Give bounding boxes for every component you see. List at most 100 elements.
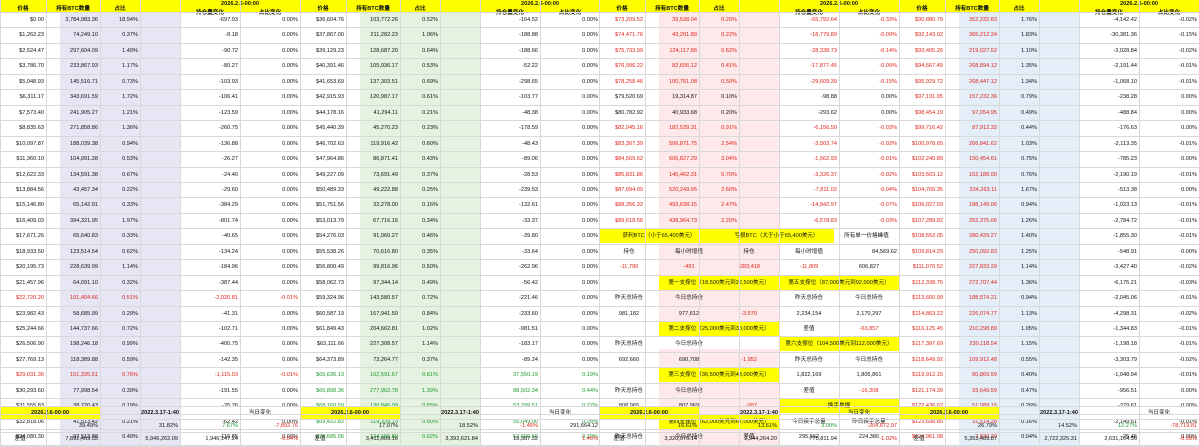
data-cell: 1.21%: [122, 110, 138, 116]
grid-vline: [839, 0, 840, 447]
data-cell: 120,987.17: [370, 94, 398, 100]
data-cell: -24.40: [222, 172, 238, 178]
data-cell: -0.04%: [879, 187, 897, 193]
value: 2,234,154: [796, 311, 822, 317]
label: 今日总持仓: [675, 295, 703, 301]
data-cell: -0.01%: [1179, 63, 1197, 69]
data-cell: -103.93: [219, 79, 238, 85]
data-cell: 0.53%: [422, 63, 438, 69]
data-cell: 0.79%: [1021, 94, 1037, 100]
footer-cell: 7.67%: [222, 423, 238, 429]
data-cell: -0.09%: [879, 32, 897, 38]
data-cell: 0.00%: [582, 341, 598, 347]
data-cell: 233,867.93: [70, 63, 98, 69]
data-cell: 18.94%: [119, 17, 138, 23]
data-cell: 606,827.29: [669, 156, 697, 162]
data-cell: 97,344.14: [373, 280, 398, 286]
data-cell: 0.61%: [422, 94, 438, 100]
data-cell: -238.28: [1118, 94, 1137, 100]
data-cell: 1.49%: [122, 48, 138, 54]
data-cell: 67,716.16: [373, 218, 398, 224]
data-cell: 0.21%: [422, 110, 438, 116]
data-cell: -981.51: [519, 326, 538, 332]
data-cell: $21,457.96: [16, 280, 44, 286]
data-cell: 0.00%: [282, 172, 298, 178]
data-cell: 0.37%: [422, 172, 438, 178]
data-cell: $85,831.86: [615, 172, 643, 178]
data-cell: $12,622.33: [16, 172, 44, 178]
data-cell: 0.69%: [422, 79, 438, 85]
data-cell: $64,373.89: [316, 357, 344, 363]
data-cell: 0.94%: [1021, 202, 1037, 208]
perhour-label: 每小时增值: [675, 249, 703, 255]
data-cell: $113,600.99: [912, 295, 943, 301]
data-cell: -4,298.31: [1113, 311, 1137, 317]
data-cell: 0.73%: [122, 79, 138, 85]
data-cell: 1.10%: [1021, 48, 1037, 54]
data-cell: -102.71: [219, 326, 238, 332]
data-cell: -0.02%: [879, 141, 897, 147]
data-cell: $11,360.10: [16, 156, 44, 162]
data-cell: 0.00%: [881, 110, 897, 116]
data-cell: 0.00%: [282, 48, 298, 54]
data-cell: 0.00%: [282, 187, 298, 193]
data-cell: 0.00%: [582, 79, 598, 85]
data-cell: 1.36%: [1021, 280, 1037, 286]
data-cell: -0.01%: [1179, 79, 1197, 85]
data-cell: -1,562.93: [813, 156, 837, 162]
label: 昨天总持仓: [795, 295, 823, 301]
data-cell: 227,833.29: [969, 264, 997, 270]
data-cell: $6,311.17: [19, 94, 44, 100]
label: 今日总持仓: [675, 388, 703, 394]
data-cell: 334,263.11: [969, 187, 997, 193]
footer-date: 2022.3.17-1:40: [441, 410, 479, 416]
data-cell: -1,198.18: [1113, 341, 1137, 347]
data-cell: -184.96: [219, 264, 238, 270]
footer-cell: 2,631,164.56: [1104, 436, 1137, 442]
data-cell: 167,941.50: [370, 311, 398, 317]
data-cell: $111,076.52: [912, 264, 943, 270]
label: 今日总持仓: [855, 295, 883, 301]
data-cell: -52.22: [522, 63, 538, 69]
data-cell: -298.65: [519, 79, 538, 85]
data-cell: -136.88: [219, 141, 238, 147]
data-cell: 3.04%: [721, 156, 737, 162]
data-cell: -188.88: [519, 32, 538, 38]
data-cell: 151,335.51: [70, 372, 98, 378]
data-cell: 0.59%: [122, 357, 138, 363]
footer-label: 当日变化: [548, 410, 572, 416]
data-cell: $104,765.35: [911, 187, 943, 193]
data-cell: 118,389.88: [70, 357, 98, 363]
data-cell: $45,440.39: [316, 125, 344, 131]
data-cell: 0.50%: [422, 264, 438, 270]
data-cell: $63,111.66: [316, 341, 344, 347]
holding-label: 持仓: [743, 249, 755, 255]
data-cell: -3,028.84: [1113, 48, 1137, 54]
data-cell: $76,996.22: [615, 63, 643, 69]
data-cell: 119,916.42: [370, 141, 398, 147]
data-cell: -191.55: [219, 388, 238, 394]
data-cell: -0.33%: [879, 17, 897, 23]
data-cell: 520,249.05: [669, 187, 697, 193]
data-cell: 1.14%: [122, 264, 138, 270]
data-cell: 2.54%: [721, 141, 737, 147]
data-cell: $106,027.59: [911, 202, 943, 208]
data-cell: 352,232.83: [969, 17, 997, 23]
data-cell: -0.09%: [879, 63, 897, 69]
data-cell: 64,091.10: [73, 280, 98, 286]
data-cell: -14,942.97: [810, 202, 837, 208]
loss-label: 亏损BTC（大于小于65,400美元）: [734, 233, 819, 239]
data-cell: 70,616.80: [373, 249, 398, 255]
data-cell: -384.29: [219, 202, 238, 208]
data-cell: $42,915.93: [316, 94, 344, 100]
data-cell: -785.23: [1118, 156, 1137, 162]
data-cell: 88,502.34: [513, 388, 538, 394]
data-cell: 0.00%: [282, 264, 298, 270]
data-cell: -0.01%: [1179, 326, 1197, 332]
footer-date: 2026.2.6-00:00: [31, 410, 69, 416]
data-cell: -103.77: [519, 94, 538, 100]
data-cell: 0.91%: [721, 125, 737, 131]
data-cell: -0.02%: [1179, 48, 1197, 54]
footer-date: 2026.2.6-00:00: [331, 410, 369, 416]
data-cell: -239.53: [519, 187, 538, 193]
